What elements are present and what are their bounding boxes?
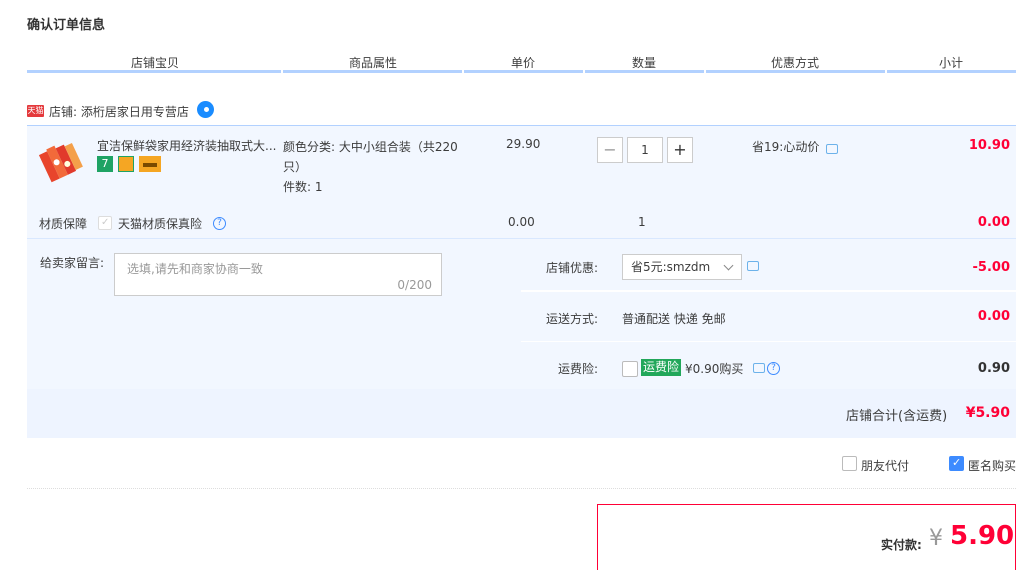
discount-detail-icon[interactable] bbox=[747, 261, 759, 271]
material-insurance-checkbox[interactable] bbox=[98, 216, 112, 230]
message-placeholder: 选填,请先和商家协商一致 bbox=[127, 262, 263, 276]
shipping-method: 普通配送 快递 免邮 bbox=[622, 312, 726, 326]
pay-amount: 5.90 bbox=[950, 521, 1015, 551]
insurance-quantity: 1 bbox=[638, 215, 646, 229]
shop-discount-amount: -5.00 bbox=[972, 260, 1010, 275]
shop-total-amount: ¥5.90 bbox=[965, 405, 1010, 421]
anonymous-checkbox[interactable] bbox=[949, 456, 964, 471]
chevron-down-icon bbox=[723, 260, 734, 271]
divider bbox=[521, 291, 1016, 292]
help-icon[interactable]: ? bbox=[213, 217, 226, 230]
help-icon[interactable]: ? bbox=[767, 362, 780, 375]
shop-discount-label: 店铺优惠: bbox=[546, 261, 599, 275]
column-header-discount: 优惠方式 bbox=[770, 56, 819, 70]
message-counter: 0/200 bbox=[397, 278, 432, 292]
product-thumbnail[interactable] bbox=[38, 138, 86, 186]
column-header-shop-item: 店铺宝贝 bbox=[130, 56, 179, 70]
tmall-badge: 天猫 bbox=[27, 105, 44, 117]
column-header-unit-price: 单价 bbox=[510, 56, 535, 70]
friend-pay-checkbox[interactable] bbox=[842, 456, 857, 471]
column-header-properties: 商品属性 bbox=[348, 56, 397, 70]
quantity-input[interactable]: 1 bbox=[627, 137, 663, 163]
shop-discount-select[interactable]: 省5元:smzdm bbox=[622, 254, 742, 280]
decrement-button[interactable]: − bbox=[597, 137, 623, 163]
shipping-insurance-amount: 0.90 bbox=[977, 361, 1010, 376]
seller-message-label: 给卖家留言: bbox=[40, 256, 105, 270]
page-title: 确认订单信息 bbox=[27, 18, 106, 33]
shipping-amount: 0.00 bbox=[977, 309, 1010, 324]
unit-price: 29.90 bbox=[506, 137, 541, 151]
product-property: 颜色分类: 大中小组合装（共220只） 件数: 1 bbox=[283, 137, 473, 197]
column-header-quantity: 数量 bbox=[631, 56, 656, 70]
insurance-subtotal: 0.00 bbox=[977, 215, 1010, 230]
seller-message-input[interactable]: 选填,请先和商家协商一致 0/200 bbox=[114, 253, 442, 296]
friend-pay-label[interactable]: 朋友代付 bbox=[861, 457, 909, 474]
increment-button[interactable]: + bbox=[667, 137, 693, 163]
material-guarantee-label: 材质保障 bbox=[39, 217, 88, 231]
shop-discount-value: 省5元:smzdm bbox=[631, 260, 711, 274]
item-count: 件数: 1 bbox=[283, 180, 323, 194]
anonymous-label[interactable]: 匿名购买 bbox=[968, 457, 1016, 474]
quantity-stepper[interactable]: − 1 + bbox=[597, 137, 693, 163]
shipping-insurance-checkbox[interactable] bbox=[622, 361, 638, 377]
material-insurance-name: 天猫材质保真险 bbox=[118, 217, 203, 231]
shipping-insurance-tag: 运费险 bbox=[641, 359, 682, 376]
color-category: 颜色分类: 大中小组合装（共220只） bbox=[283, 140, 458, 174]
item-subtotal: 10.90 bbox=[968, 138, 1010, 153]
insurance-detail-icon[interactable] bbox=[753, 363, 765, 373]
card-icon[interactable] bbox=[139, 156, 161, 172]
wangwang-icon[interactable] bbox=[197, 101, 214, 118]
shipping-insurance-price: ¥0.90购买 bbox=[685, 362, 744, 376]
row-divider bbox=[27, 238, 1016, 239]
shop-name-link[interactable]: 店铺: 添桁居家日用专营店 bbox=[49, 103, 189, 120]
shipping-insurance-label: 运费险: bbox=[558, 362, 599, 376]
column-header-subtotal: 小计 bbox=[938, 56, 963, 70]
product-title-link[interactable]: 宜洁保鲜袋家用经济装抽取式大... bbox=[97, 137, 277, 154]
promo-text: 省19:心动价 bbox=[752, 140, 820, 154]
insurance-price: 0.00 bbox=[508, 215, 535, 229]
promo-detail-icon[interactable] bbox=[826, 144, 838, 154]
seven-day-return-icon[interactable]: 7 bbox=[97, 156, 113, 172]
guarantee-icon[interactable] bbox=[118, 156, 134, 172]
shipping-label: 运送方式: bbox=[546, 312, 599, 326]
pay-label: 实付款: bbox=[881, 538, 922, 552]
section-divider bbox=[27, 488, 1016, 489]
divider bbox=[521, 341, 1016, 342]
pay-currency: ¥ bbox=[929, 526, 943, 551]
